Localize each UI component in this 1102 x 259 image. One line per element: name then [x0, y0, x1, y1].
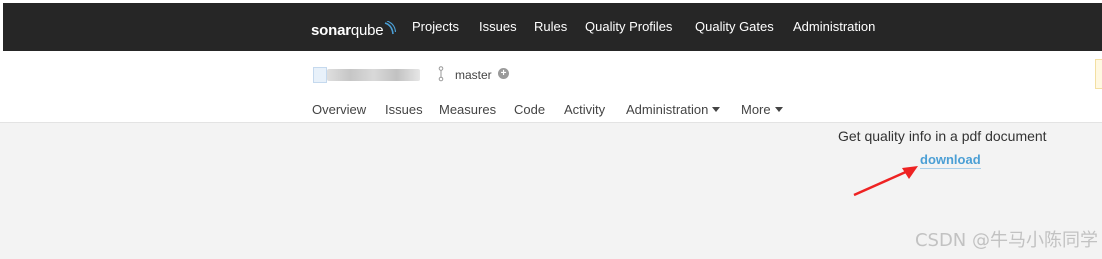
notification-edge — [1095, 59, 1102, 89]
nav-issues[interactable]: Issues — [479, 17, 517, 37]
download-link[interactable]: download — [920, 152, 981, 169]
tab-overview[interactable]: Overview — [312, 101, 366, 119]
annotation-arrow-icon — [853, 166, 918, 197]
tab-issues[interactable]: Issues — [385, 101, 423, 119]
tab-measures[interactable]: Measures — [439, 101, 496, 119]
logo-text-light: qube — [350, 22, 384, 39]
project-name-redacted[interactable] — [327, 69, 420, 81]
nav-rules[interactable]: Rules — [534, 17, 567, 37]
tab-activity[interactable]: Activity — [564, 101, 605, 119]
pdf-report-info: Get quality info in a pdf document — [838, 128, 1047, 144]
sonarqube-logo[interactable]: sonar qube — [311, 17, 397, 39]
add-branch-icon[interactable]: + — [498, 68, 509, 79]
top-navbar: sonar qube Projects Issues Rules Quality … — [3, 3, 1102, 51]
project-header: master + Overview Issues Measures Code A… — [0, 51, 1102, 123]
tab-more-dropdown[interactable]: More — [741, 101, 783, 119]
tab-more-label: More — [741, 102, 771, 117]
tab-administration-label: Administration — [626, 102, 709, 117]
tab-administration-dropdown[interactable]: Administration — [626, 101, 721, 119]
nav-projects[interactable]: Projects — [412, 17, 459, 37]
project-icon — [313, 67, 327, 83]
main-content: Get quality info in a pdf document downl… — [0, 123, 1102, 259]
chevron-down-icon — [774, 107, 783, 112]
nav-administration[interactable]: Administration — [793, 17, 875, 37]
branch-icon — [438, 66, 444, 82]
logo-text-bold: sonar — [311, 22, 351, 39]
nav-quality-gates[interactable]: Quality Gates — [695, 17, 774, 37]
branch-name[interactable]: master — [455, 68, 492, 83]
sonar-waves-icon — [385, 21, 397, 35]
tab-code[interactable]: Code — [514, 101, 545, 119]
nav-quality-profiles[interactable]: Quality Profiles — [585, 17, 672, 37]
watermark-text: CSDN @牛马小陈同学 — [914, 230, 1098, 251]
chevron-down-icon — [712, 107, 721, 112]
